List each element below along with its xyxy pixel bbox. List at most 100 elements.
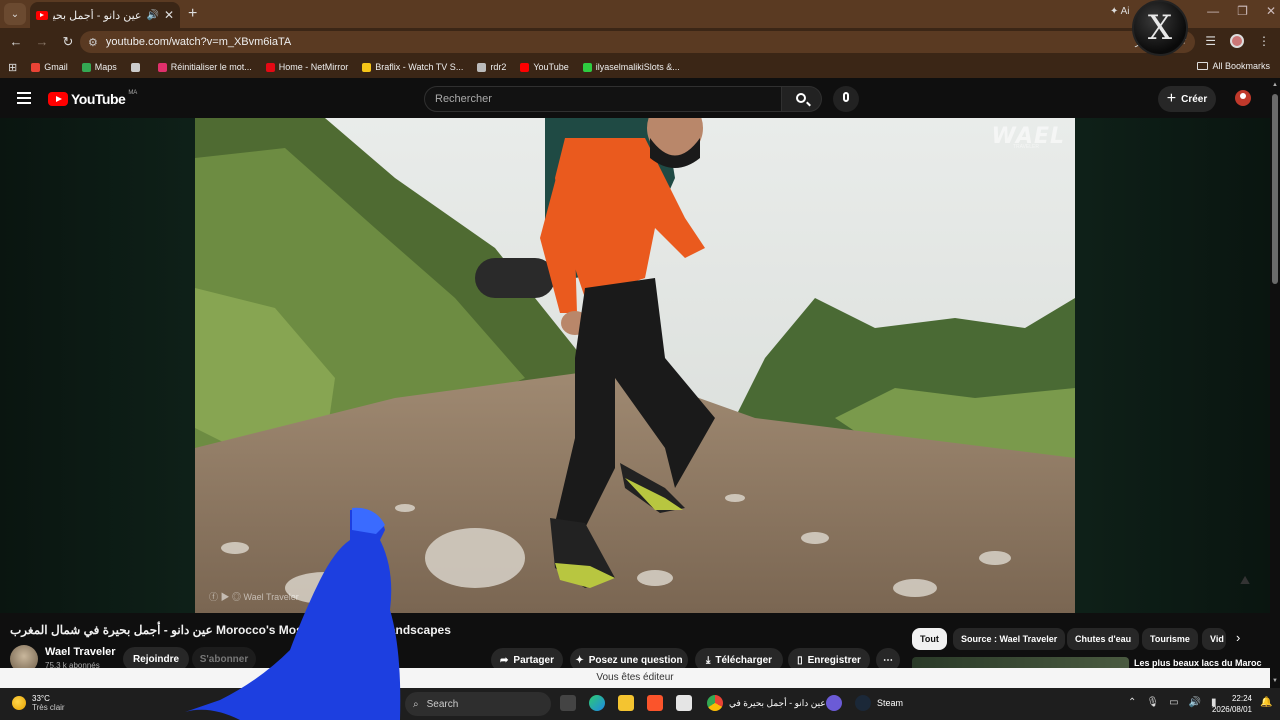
chrome-browser-icon[interactable] xyxy=(707,695,723,711)
close-tab-icon[interactable]: ✕ xyxy=(164,8,174,22)
tab-title: عين دانو - أجمل بحيرة في ش xyxy=(53,9,142,22)
chip-waterfalls[interactable]: Chutes d'eau xyxy=(1067,628,1140,650)
sparkle-icon: ✦ xyxy=(575,654,584,666)
reload-icon[interactable]: ↻ xyxy=(56,34,80,50)
bookmark-item[interactable] xyxy=(130,62,144,72)
back-arrow-icon[interactable]: ← xyxy=(4,34,28,50)
microphone-icon[interactable]: 🎙 xyxy=(1146,697,1159,708)
active-window-label[interactable]: عين دانو - أجمل بحيرة في xyxy=(729,698,826,709)
browser-toolbar: ← → ↻ ⚙ youtube.com/watch?v=m_XBvm6iaTA … xyxy=(0,28,1280,56)
file-explorer-icon[interactable] xyxy=(618,695,634,711)
player-area: WAEL TRAVELER ⓕ ▶ ◎ Wael Traveler ⛰ xyxy=(0,118,1270,613)
volume-icon[interactable]: 🔊 xyxy=(1189,697,1201,708)
bookmark-item[interactable]: ilyaselmalikiSlots &... xyxy=(582,62,680,72)
search-icon xyxy=(796,93,806,103)
bookmark-item[interactable]: Braflix - Watch TV S... xyxy=(362,62,463,72)
video-credit-overlay: ⓕ ▶ ◎ Wael Traveler xyxy=(209,592,299,602)
watermark-subtitle: TRAVELER xyxy=(1012,144,1039,150)
bookmark-favicon-icon xyxy=(81,62,91,72)
video-details: عين دانو - أجمل بحيرة في شمال المغرب Mor… xyxy=(0,613,1270,673)
bookmark-item[interactable]: Réinitialiser le mot... xyxy=(157,62,252,72)
bookmark-item[interactable]: Gmail xyxy=(31,62,68,72)
video-title: عين دانو - أجمل بحيرة في شمال المغرب Mor… xyxy=(10,623,451,637)
plus-icon: + xyxy=(1166,90,1177,107)
taskbar-search[interactable]: ⌕ Search xyxy=(405,692,551,716)
bookmark-favicon-icon xyxy=(265,62,275,72)
youtube-header: YouTube MA Rechercher + Créer xyxy=(0,80,1280,118)
bookmark-item[interactable]: Home - NetMirror xyxy=(265,62,348,72)
browser-menu-icon[interactable]: ⋮ xyxy=(1258,34,1270,48)
network-icon[interactable]: ▭ xyxy=(1169,697,1178,708)
folder-icon xyxy=(1197,62,1209,70)
notification-bell-icon[interactable]: 🔔 xyxy=(1260,697,1272,708)
channel-name[interactable]: Wael Traveler xyxy=(45,646,116,658)
chevron-right-icon[interactable]: › xyxy=(1236,630,1240,645)
window-controls: — ❐ ✕ xyxy=(1207,4,1276,18)
close-window-icon[interactable]: ✕ xyxy=(1266,4,1276,18)
tab-strip: ⌄ عين دانو - أجمل بحيرة في ش 🔊 ✕ + ✦ Ai … xyxy=(0,0,1280,28)
restore-icon[interactable]: ❐ xyxy=(1237,4,1248,18)
bookmark-favicon-icon xyxy=(362,62,372,72)
editor-toast: Vous êtes éditeur xyxy=(0,668,1270,688)
browser-tab-active[interactable]: عين دانو - أجمل بحيرة في ش 🔊 ✕ xyxy=(30,2,180,28)
bookmark-item[interactable]: rdr2 xyxy=(477,62,506,72)
scroll-down-icon[interactable]: ▼ xyxy=(1272,678,1278,684)
x-overlay-logo-icon: X xyxy=(1132,0,1188,56)
bookmark-favicon-icon xyxy=(582,62,592,72)
all-bookmarks-button[interactable]: All Bookmarks xyxy=(1197,61,1270,71)
bookmark-icon: ▯ xyxy=(797,654,803,666)
search-icon: ⌕ xyxy=(413,698,419,710)
scroll-up-icon[interactable]: ▲ xyxy=(1272,82,1278,88)
tab-search-menu-button[interactable]: ⌄ xyxy=(4,3,26,25)
reading-list-icon[interactable]: ☰ xyxy=(1205,34,1216,48)
video-player[interactable]: WAEL TRAVELER ⓕ ▶ ◎ Wael Traveler xyxy=(195,118,1075,613)
chip-source[interactable]: Source : Wael Traveler xyxy=(953,628,1066,650)
minimize-icon[interactable]: — xyxy=(1207,4,1219,18)
site-info-icon[interactable]: ⚙ xyxy=(88,36,98,49)
new-tab-button[interactable]: + xyxy=(188,5,197,23)
search-input[interactable]: Rechercher xyxy=(424,86,782,112)
edge-browser-icon[interactable] xyxy=(589,695,605,711)
bookmark-favicon-icon xyxy=(477,62,487,72)
youtube-favicon-icon xyxy=(36,10,48,20)
teams-icon[interactable] xyxy=(826,695,842,711)
bookmark-favicon-icon xyxy=(520,62,530,72)
chip-tourism[interactable]: Tourisme xyxy=(1142,628,1198,650)
youtube-play-icon xyxy=(48,92,68,106)
share-icon: ➦ xyxy=(500,654,509,666)
url-text: youtube.com/watch?v=m_XBvm6iaTA xyxy=(105,36,292,48)
address-bar[interactable]: ⚙ youtube.com/watch?v=m_XBvm6iaTA 文 ⧉ ☆ xyxy=(80,31,1195,53)
page-scrollbar[interactable]: ▲ ▼ xyxy=(1270,80,1280,688)
bookmark-favicon-icon xyxy=(130,62,140,72)
brave-browser-icon[interactable] xyxy=(647,695,663,711)
system-tray: ⌃ 🎙 ▭ 🔊 ▮ xyxy=(1128,697,1217,708)
youtube-logo[interactable]: YouTube MA xyxy=(48,90,137,107)
chevron-up-icon[interactable]: ⌃ xyxy=(1128,697,1136,708)
search-button[interactable] xyxy=(782,86,822,112)
profile-avatar[interactable] xyxy=(1230,34,1244,48)
weather-widget[interactable]: 33°C Très clair xyxy=(12,694,65,712)
audio-playing-icon[interactable]: 🔊 xyxy=(146,10,158,21)
steam-icon[interactable] xyxy=(855,695,871,711)
ai-mode-badge[interactable]: ✦ Ai xyxy=(1110,6,1130,17)
hamburger-menu-icon[interactable] xyxy=(17,92,31,104)
bookmark-favicon-icon xyxy=(31,62,41,72)
video-frame xyxy=(195,118,1075,613)
voice-search-button[interactable] xyxy=(833,86,859,112)
recommended-title[interactable]: Les plus beaux lacs du Maroc xyxy=(1134,658,1262,668)
bookmark-item[interactable]: YouTube xyxy=(520,62,569,72)
task-view-icon[interactable] xyxy=(560,695,576,711)
bookmark-item[interactable]: Maps xyxy=(81,62,117,72)
chip-all[interactable]: Tout xyxy=(912,628,947,650)
download-icon: ⤓ xyxy=(705,654,711,666)
scrollbar-thumb[interactable] xyxy=(1272,94,1278,284)
forward-arrow-icon[interactable]: → xyxy=(30,34,54,50)
system-clock[interactable]: 22:24 2026/08/01 xyxy=(1208,693,1252,715)
ms-store-icon[interactable] xyxy=(676,695,692,711)
chip-videos[interactable]: Vid xyxy=(1202,628,1226,650)
steam-label[interactable]: Steam xyxy=(877,698,903,708)
account-avatar[interactable] xyxy=(1235,90,1251,106)
apps-grid-icon[interactable]: ⊞ xyxy=(8,61,17,74)
ambient-mode-icon: ⛰ xyxy=(1240,573,1251,587)
create-button[interactable]: + Créer xyxy=(1158,86,1216,112)
